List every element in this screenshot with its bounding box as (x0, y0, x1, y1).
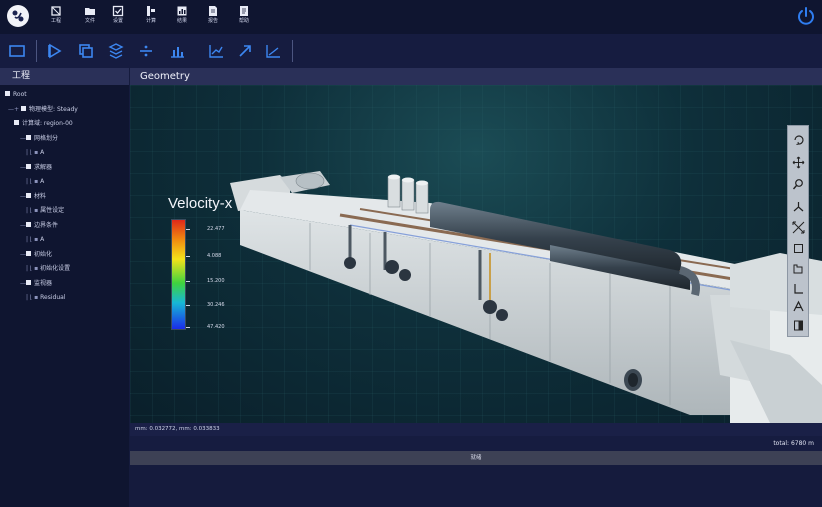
total-row: total: 6780 m (130, 436, 822, 451)
legend-tick-mark (186, 229, 190, 230)
clip-plane-icon[interactable] (792, 319, 805, 332)
front-view-icon[interactable] (792, 242, 805, 255)
tree-item-domain[interactable]: 计算域: region-00 (0, 117, 129, 132)
logo-icon (12, 10, 24, 22)
progress-bar: 就绪 (130, 451, 822, 465)
legend-tick-mark (186, 256, 190, 257)
rotate-icon[interactable] (792, 134, 805, 147)
side-view-icon[interactable] (792, 282, 805, 295)
node-icon (26, 221, 31, 227)
legend-tick-mark (186, 305, 190, 306)
tree-item-solver-a[interactable]: | ⌊ ▪ A (0, 175, 129, 190)
menu-help-label: 帮助 (238, 18, 249, 24)
project-icon (51, 6, 61, 16)
bar-chart-icon[interactable] (168, 42, 186, 60)
tree-item-mesh-a[interactable]: | ⌊ ▪ A (0, 146, 129, 161)
geometry-viewport[interactable]: Velocity-x 22.477 4.088 15.200 30.246 47… (130, 85, 822, 423)
node-icon (21, 105, 27, 111)
app-window: 工程 文件 设置 计算 结果 报告 帮助 工程 Root —+ 物理模型: St… (0, 0, 822, 507)
folder-icon (85, 8, 95, 15)
tree-item-residual[interactable]: | ⌊ ▪ Residual (0, 291, 129, 306)
menu-report-label: 报告 (207, 18, 218, 24)
legend-title: Velocity-x (168, 195, 233, 212)
menu-file[interactable]: 文件 (78, 5, 102, 31)
view-title: Geometry (130, 68, 822, 85)
tree-item-init-settings[interactable]: | ⌊ ▪ 初始化设置 (0, 262, 129, 277)
toolbar-separator (36, 40, 37, 62)
legend-tick-label: 4.088 (207, 253, 222, 259)
legend-tick-label: 30.246 (207, 302, 225, 308)
legend-tick-label: 22.477 (207, 226, 225, 232)
fit-view-icon[interactable] (792, 221, 805, 234)
menu-file-label: 文件 (84, 18, 95, 24)
toolbar-separator (292, 40, 293, 62)
copy-icon[interactable] (77, 42, 95, 60)
iso-view-icon[interactable] (792, 262, 805, 275)
help-icon (240, 6, 248, 16)
legend-tick-label: 47.420 (207, 324, 225, 330)
legend-tick-mark (186, 281, 190, 282)
menu-settings[interactable]: 设置 (106, 5, 130, 31)
power-icon[interactable] (795, 5, 817, 27)
node-icon (26, 192, 31, 198)
app-logo (7, 5, 29, 27)
layers-icon[interactable] (107, 42, 125, 60)
tree-item-material[interactable]: — 材料 (0, 190, 129, 205)
report-icon (209, 6, 217, 16)
menu-results-label: 结果 (176, 18, 187, 24)
zoom-icon[interactable] (792, 178, 805, 191)
legend-tick-label: 15.200 (207, 278, 225, 284)
tree-item-physics[interactable]: —+ 物理模型: Steady (0, 103, 129, 118)
node-icon (5, 91, 10, 96)
results-icon (177, 6, 187, 16)
coordinate-readout: mm: 0.032772, mm: 0.033833 (130, 423, 822, 436)
menu-results[interactable]: 结果 (170, 5, 194, 31)
tree-item-boundary-a[interactable]: | ⌊ ▪ A (0, 233, 129, 248)
plot-icon[interactable] (207, 42, 225, 60)
tree-item-solver[interactable]: — 求解器 (0, 161, 129, 176)
total-label: total: 6780 m (773, 440, 814, 447)
tree-item-root[interactable]: Root (0, 88, 129, 103)
tree-item-material-props[interactable]: | ⌊ ▪ 属性设定 (0, 204, 129, 219)
node-icon (26, 163, 31, 169)
arrow-up-right-icon[interactable] (236, 42, 254, 60)
toolbar (0, 34, 822, 68)
menu-help[interactable]: 帮助 (232, 5, 256, 31)
window-view-icon[interactable] (8, 42, 26, 60)
color-scale-bar (171, 219, 186, 330)
tree-item-init[interactable]: — 初始化 (0, 248, 129, 263)
divide-icon[interactable] (137, 42, 155, 60)
view-tools-strip (787, 125, 809, 337)
node-icon (14, 120, 19, 125)
menu-settings-label: 设置 (112, 18, 123, 24)
compute-icon (147, 6, 155, 16)
text-label-icon[interactable] (792, 300, 805, 313)
menu-report[interactable]: 报告 (201, 5, 225, 31)
menu-project-label: 工程 (50, 18, 61, 24)
scene-3d[interactable] (130, 85, 822, 423)
tree-item-mesh[interactable]: — 网格划分 (0, 132, 129, 147)
node-icon (26, 279, 31, 285)
pan-icon[interactable] (792, 156, 805, 169)
progress-label: 就绪 (470, 455, 482, 461)
project-panel: 工程 Root —+ 物理模型: Steady 计算域: region-00 — 网… (0, 68, 129, 507)
line-chart-icon[interactable] (264, 42, 282, 60)
axes-icon[interactable] (792, 200, 805, 213)
menu-bar: 工程 文件 设置 计算 结果 报告 帮助 (0, 0, 822, 34)
legend-tick-mark (186, 327, 190, 328)
menu-compute-label: 计算 (145, 18, 156, 24)
project-panel-title: 工程 (0, 68, 129, 85)
tree-item-boundary[interactable]: — 边界条件 (0, 219, 129, 234)
tree-item-monitor[interactable]: — 监视器 (0, 277, 129, 292)
bottom-area (130, 465, 822, 507)
project-tree: Root —+ 物理模型: Steady 计算域: region-00 — 网格划分… (0, 85, 129, 306)
menu-project[interactable]: 工程 (44, 5, 68, 31)
node-icon (26, 134, 31, 140)
play-icon[interactable] (46, 42, 64, 60)
settings-check-icon (112, 5, 124, 17)
menu-compute[interactable]: 计算 (139, 5, 163, 31)
node-icon (26, 250, 31, 256)
